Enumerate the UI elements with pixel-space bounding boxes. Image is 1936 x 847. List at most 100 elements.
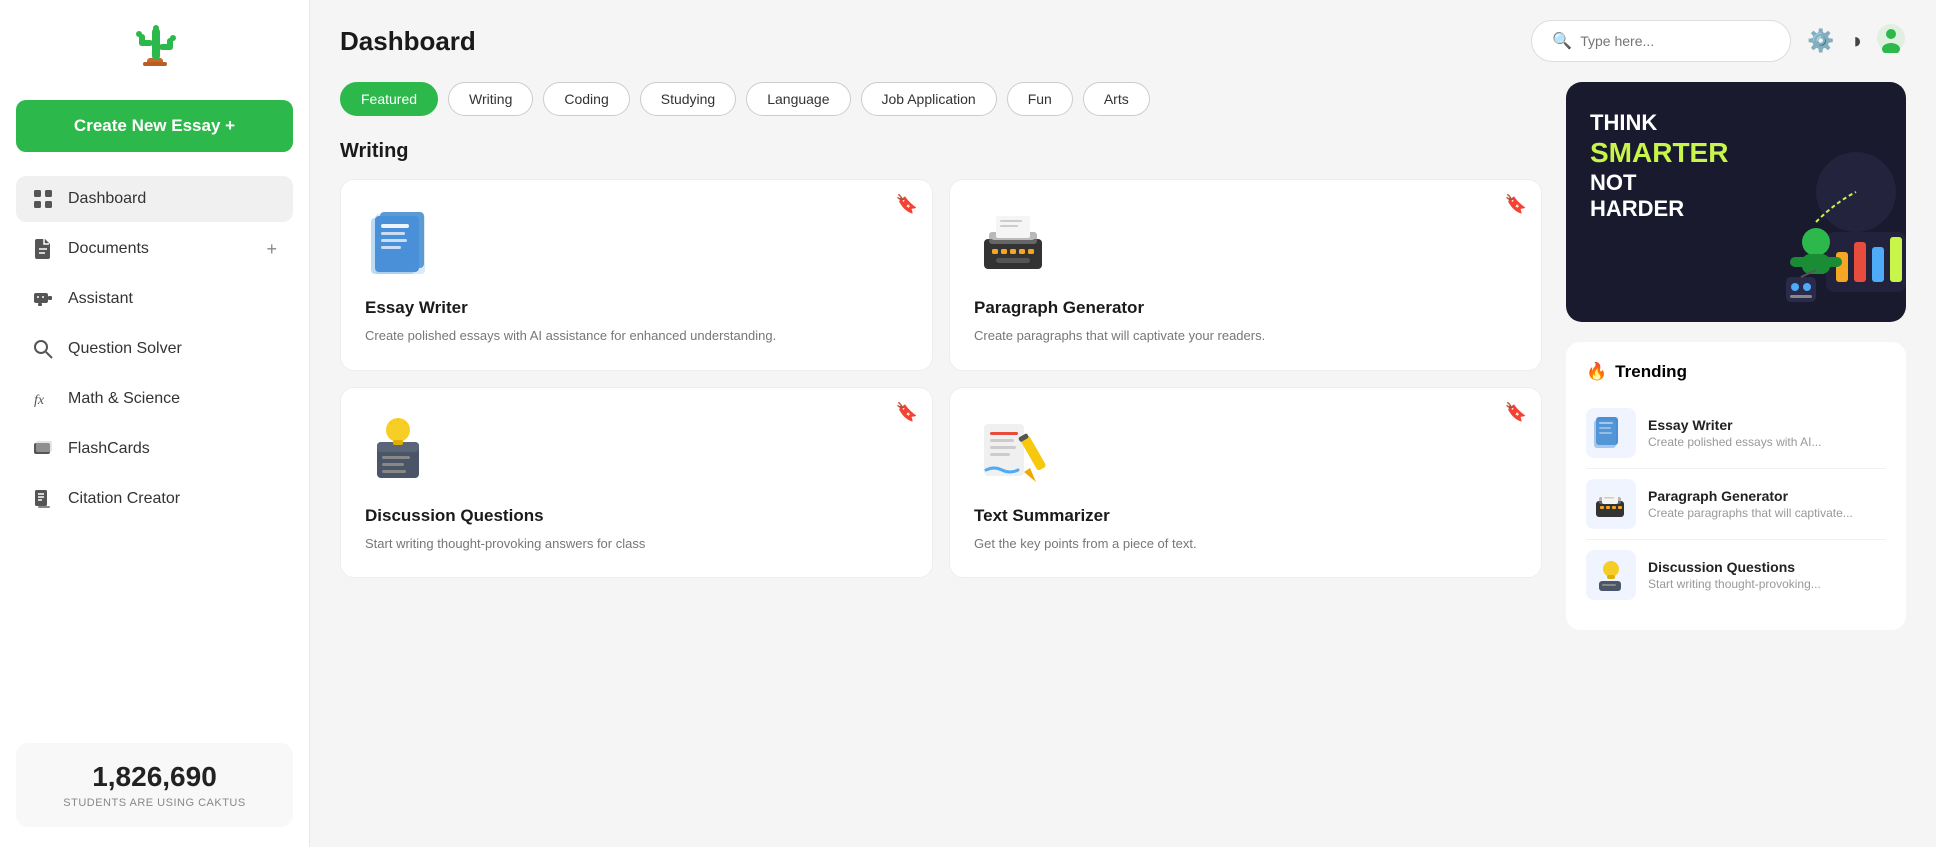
card-discussion-questions[interactable]: 🔖 — [340, 387, 933, 579]
grid-icon — [32, 188, 54, 210]
sidebar-item-math-science[interactable]: fx Math & Science — [16, 376, 293, 422]
stats-box: 1,826,690 STUDENTS ARE USING CAKTUS — [16, 743, 293, 827]
main-content: Featured Writing Coding Studying Languag… — [340, 82, 1542, 827]
trending-item-paragraph-gen[interactable]: Paragraph Generator Create paragraphs th… — [1586, 469, 1886, 540]
trending-item-discussion[interactable]: Discussion Questions Start writing thoug… — [1586, 540, 1886, 610]
card-paragraph-generator-desc: Create paragraphs that will captivate yo… — [974, 326, 1517, 346]
header: Dashboard 🔍 ⚙️ ◑ — [310, 0, 1936, 82]
svg-text:fx: fx — [34, 393, 45, 408]
trending-info-essay: Essay Writer Create polished essays with… — [1648, 417, 1886, 449]
trending-name-essay: Essay Writer — [1648, 417, 1886, 433]
sidebar-item-label: Assistant — [68, 290, 277, 308]
card-discussion-title: Discussion Questions — [365, 506, 908, 526]
text-sum-illustration — [974, 412, 1054, 492]
sidebar-item-label: FlashCards — [68, 440, 277, 458]
tags-row: Featured Writing Coding Studying Languag… — [340, 82, 1542, 116]
logo-icon — [125, 20, 185, 80]
stats-label: STUDENTS ARE USING CAKTUS — [34, 797, 275, 809]
logo — [16, 20, 293, 80]
sidebar-item-label: Math & Science — [68, 390, 277, 408]
essay-writer-illustration — [365, 204, 445, 284]
sidebar-item-question-solver[interactable]: Question Solver — [16, 326, 293, 372]
nav-menu: Dashboard Documents + — [16, 176, 293, 723]
cards-icon — [32, 438, 54, 460]
trending-desc-essay: Create polished essays with AI... — [1648, 435, 1886, 449]
page-title: Dashboard — [340, 26, 1515, 57]
file-icon — [32, 238, 54, 260]
bookmark-essay-writer[interactable]: 🔖 — [896, 194, 918, 215]
card-text-summarizer-desc: Get the key points from a piece of text. — [974, 534, 1517, 554]
promo-line1: THINK — [1590, 110, 1728, 136]
search-bar[interactable]: 🔍 — [1531, 20, 1791, 62]
sidebar-item-documents[interactable]: Documents + — [16, 226, 293, 272]
create-essay-button[interactable]: Create New Essay + — [16, 100, 293, 152]
tag-fun[interactable]: Fun — [1007, 82, 1073, 116]
bookmark-discussion-questions[interactable]: 🔖 — [896, 402, 918, 423]
promo-line4: HARDER — [1590, 196, 1728, 222]
fire-icon: 🔥 — [1586, 362, 1607, 382]
search-icon: 🔍 — [1552, 31, 1572, 51]
tag-arts[interactable]: Arts — [1083, 82, 1150, 116]
sidebar-item-assistant[interactable]: Assistant — [16, 276, 293, 322]
promo-line3: NOT — [1590, 170, 1728, 196]
card-paragraph-generator-title: Paragraph Generator — [974, 298, 1517, 318]
trending-thumb-essay — [1586, 408, 1636, 458]
citation-icon — [32, 488, 54, 510]
trending-info-paragraph: Paragraph Generator Create paragraphs th… — [1648, 488, 1886, 520]
tag-writing[interactable]: Writing — [448, 82, 533, 116]
paragraph-gen-illustration — [974, 204, 1054, 284]
trending-info-discussion: Discussion Questions Start writing thoug… — [1648, 559, 1886, 591]
trending-name-paragraph: Paragraph Generator — [1648, 488, 1886, 504]
bookmark-paragraph-generator[interactable]: 🔖 — [1505, 194, 1527, 215]
card-essay-writer-title: Essay Writer — [365, 298, 908, 318]
tag-featured[interactable]: Featured — [340, 82, 438, 116]
tag-studying[interactable]: Studying — [640, 82, 736, 116]
assistant-icon — [32, 288, 54, 310]
tag-language[interactable]: Language — [746, 82, 850, 116]
trending-desc-paragraph: Create paragraphs that will captivate... — [1648, 506, 1886, 520]
header-icons: ⚙️ ◑ — [1807, 23, 1906, 59]
contrast-button[interactable]: ◑ — [1849, 28, 1862, 54]
user-avatar-button[interactable] — [1876, 23, 1906, 59]
sidebar-item-label: Citation Creator — [68, 490, 277, 508]
card-essay-writer[interactable]: 🔖 — [340, 179, 933, 371]
card-essay-writer-desc: Create polished essays with AI assistanc… — [365, 326, 908, 346]
trending-thumb-discussion — [1586, 550, 1636, 600]
sidebar-item-label: Dashboard — [68, 190, 277, 208]
promo-text: THINK SMARTER NOT HARDER — [1590, 110, 1728, 223]
trending-item-essay-writer[interactable]: Essay Writer Create polished essays with… — [1586, 398, 1886, 469]
card-discussion-desc: Start writing thought-provoking answers … — [365, 534, 908, 554]
tag-job-application[interactable]: Job Application — [861, 82, 997, 116]
trending-section: 🔥 Trending Essa — [1566, 342, 1906, 630]
trending-header: 🔥 Trending — [1586, 362, 1886, 382]
card-text-summarizer[interactable]: 🔖 — [949, 387, 1542, 579]
discussion-illustration — [365, 412, 445, 492]
sidebar-item-label: Documents — [68, 240, 252, 258]
trending-thumb-paragraph — [1586, 479, 1636, 529]
content-area: Featured Writing Coding Studying Languag… — [310, 82, 1936, 847]
sidebar: Create New Essay + Dashboard — [0, 0, 310, 847]
sidebar-item-dashboard[interactable]: Dashboard — [16, 176, 293, 222]
stats-number: 1,826,690 — [34, 761, 275, 793]
search-input[interactable] — [1580, 33, 1770, 49]
settings-button[interactable]: ⚙️ — [1807, 28, 1834, 54]
sidebar-item-label: Question Solver — [68, 340, 277, 358]
promo-line2: SMARTER — [1590, 136, 1728, 170]
card-text-summarizer-title: Text Summarizer — [974, 506, 1517, 526]
cards-grid: 🔖 — [340, 179, 1542, 578]
trending-title: Trending — [1615, 362, 1687, 382]
sidebar-item-flashcards[interactable]: FlashCards — [16, 426, 293, 472]
promo-banner: THINK SMARTER NOT HARDER — [1566, 82, 1906, 322]
main-area: Dashboard 🔍 ⚙️ ◑ Featured Writing — [310, 0, 1936, 847]
section-title: Writing — [340, 140, 1542, 163]
sidebar-item-citation-creator[interactable]: Citation Creator — [16, 476, 293, 522]
tag-coding[interactable]: Coding — [543, 82, 629, 116]
trending-name-discussion: Discussion Questions — [1648, 559, 1886, 575]
promo-illustration — [1736, 142, 1906, 322]
right-sidebar: THINK SMARTER NOT HARDER — [1566, 82, 1906, 827]
add-document-icon: + — [266, 239, 277, 260]
bookmark-text-summarizer[interactable]: 🔖 — [1505, 402, 1527, 423]
fx-icon: fx — [32, 388, 54, 410]
card-paragraph-generator[interactable]: 🔖 — [949, 179, 1542, 371]
search-icon — [32, 338, 54, 360]
